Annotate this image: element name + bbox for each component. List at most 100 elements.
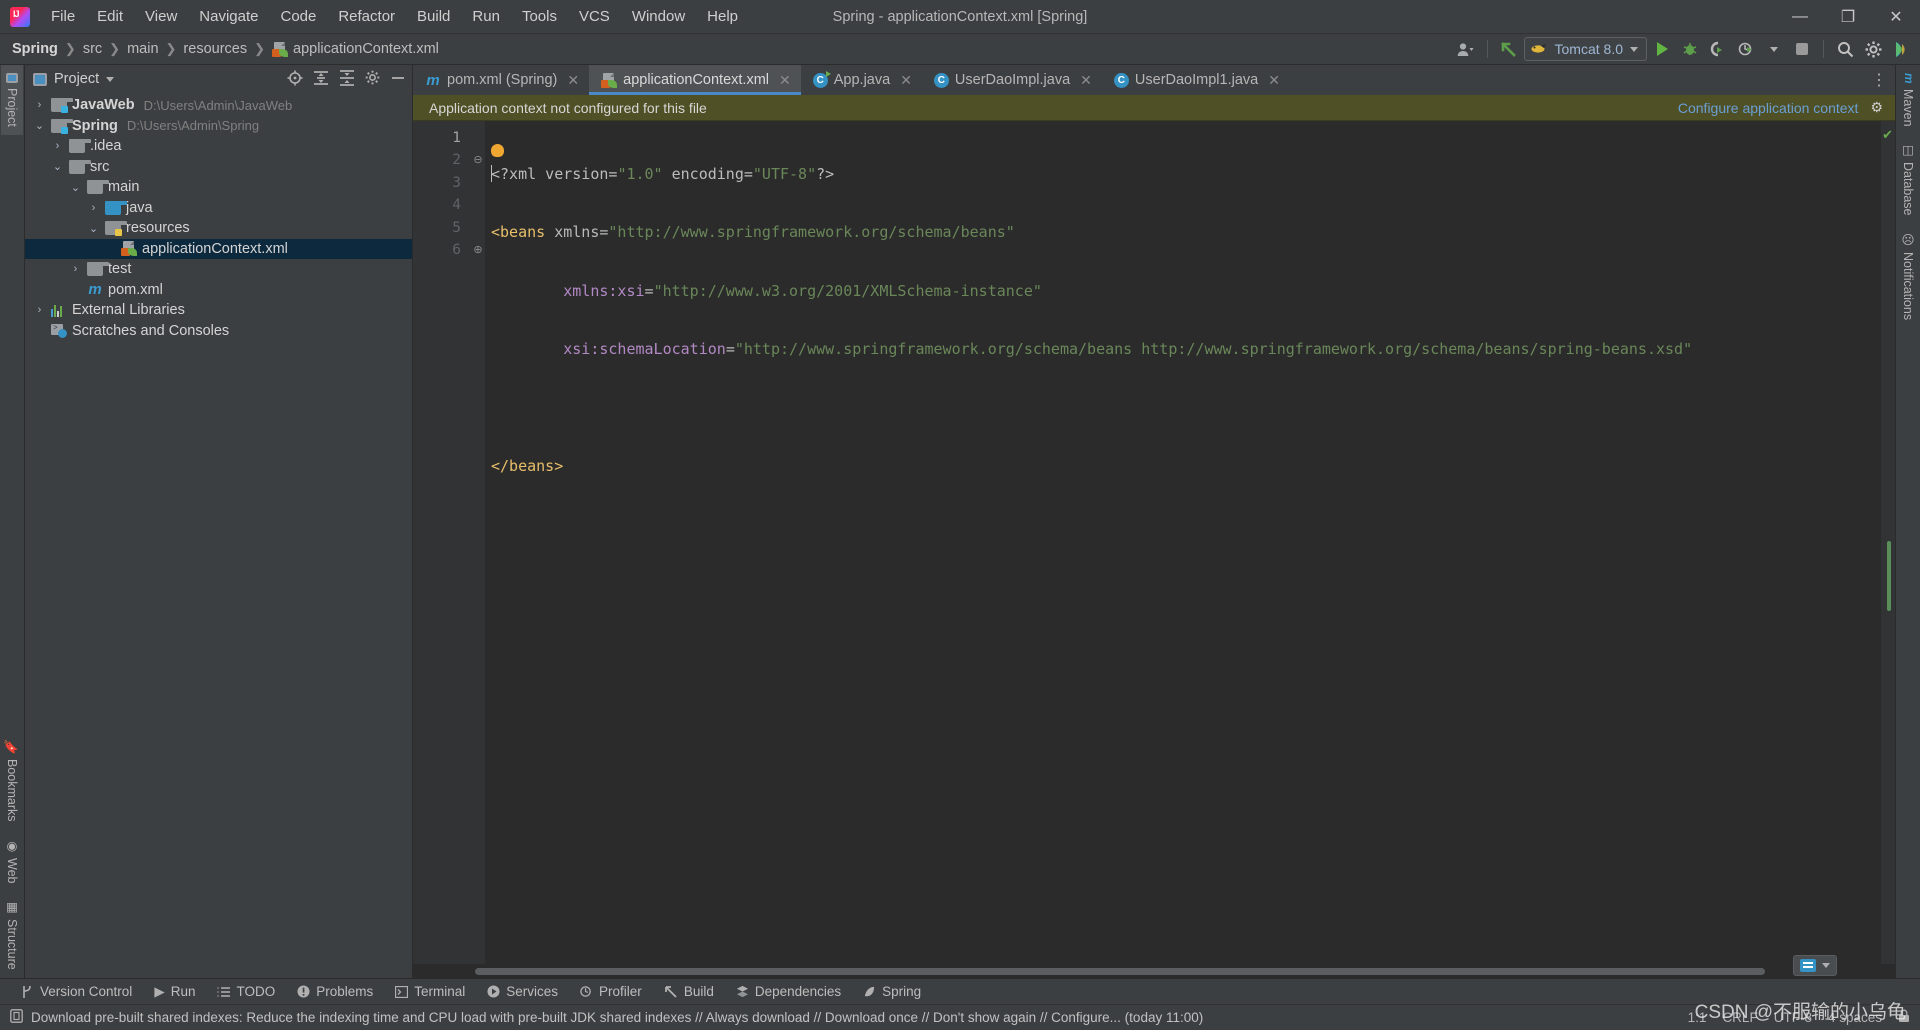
- fold-marker-beans-open[interactable]: ⊖: [471, 149, 485, 171]
- chevron-right-icon[interactable]: ›: [51, 140, 64, 152]
- menu-build[interactable]: Build: [406, 4, 461, 30]
- chevron-down-icon[interactable]: [1822, 963, 1830, 968]
- tree-node-scratches-and-consoles[interactable]: Scratches and Consoles: [25, 321, 412, 342]
- stop-icon[interactable]: [1789, 37, 1815, 62]
- tree-node-idea[interactable]: › .idea: [25, 136, 412, 157]
- tool-window-build[interactable]: Build: [653, 982, 725, 1001]
- tab-app-java[interactable]: C App.java ✕: [801, 65, 922, 95]
- code-text[interactable]: <?xml version="1.0" encoding="UTF-8"?> <…: [485, 121, 1881, 964]
- breadcrumb-src[interactable]: src: [79, 39, 106, 59]
- expand-all-icon[interactable]: [313, 70, 329, 89]
- configure-application-context-link[interactable]: Configure application context: [1678, 100, 1859, 116]
- close-icon[interactable]: ✕: [779, 72, 791, 89]
- line-separator[interactable]: CRLF: [1722, 1010, 1757, 1025]
- menu-refactor[interactable]: Refactor: [327, 4, 406, 30]
- close-icon[interactable]: ✕: [1080, 72, 1092, 89]
- minimize-button[interactable]: —: [1776, 0, 1824, 33]
- chevron-down-icon[interactable]: ⌄: [51, 160, 64, 173]
- breadcrumb-main[interactable]: main: [123, 39, 162, 59]
- search-everywhere-icon[interactable]: [1832, 37, 1858, 62]
- chevron-right-icon[interactable]: ›: [33, 99, 46, 111]
- chevron-down-icon[interactable]: ⌄: [69, 181, 82, 194]
- sidebar-item-structure[interactable]: ▦ Structure: [1, 891, 24, 978]
- sidebar-item-bookmarks[interactable]: 🔖 Bookmarks: [1, 731, 24, 830]
- chevron-down-icon[interactable]: ⌄: [33, 119, 46, 132]
- chevron-down-icon[interactable]: ⌄: [87, 222, 100, 235]
- run-icon[interactable]: [1649, 37, 1675, 62]
- tree-node-external-libraries[interactable]: › External Libraries: [25, 300, 412, 321]
- tab-pom-xml[interactable]: m pom.xml (Spring) ✕: [413, 65, 589, 95]
- indent-setting[interactable]: 4 spaces: [1828, 1010, 1882, 1025]
- profiler-dropdown-icon[interactable]: [1761, 37, 1787, 62]
- tool-window-todo[interactable]: TODO: [206, 982, 286, 1001]
- chevron-right-icon[interactable]: ›: [87, 202, 100, 214]
- debug-icon[interactable]: [1677, 37, 1703, 62]
- panel-settings-icon[interactable]: [365, 70, 380, 88]
- settings-gear-icon[interactable]: [1860, 37, 1886, 62]
- close-icon[interactable]: ✕: [1268, 72, 1280, 89]
- code-editor[interactable]: 1 2 3 4 5 6 ⊖ ⊕ <?xml version="1.0" enco…: [413, 121, 1895, 964]
- run-with-coverage-icon[interactable]: [1705, 37, 1731, 62]
- tab-userdaoimpl-java[interactable]: C UserDaoImpl.java ✕: [922, 65, 1102, 95]
- tool-window-run[interactable]: ▶ Run: [143, 982, 206, 1002]
- sidebar-item-notifications[interactable]: ☹ Notifications: [1897, 224, 1920, 328]
- menu-run[interactable]: Run: [461, 4, 511, 30]
- menu-file[interactable]: File: [40, 4, 86, 30]
- file-encoding[interactable]: UTF-8: [1774, 1010, 1812, 1025]
- tree-node-main[interactable]: ⌄ main: [25, 177, 412, 198]
- collapse-all-icon[interactable]: [339, 69, 355, 89]
- inspection-status-icon[interactable]: ✔: [1882, 127, 1893, 143]
- profiler-icon[interactable]: [1733, 37, 1759, 62]
- menu-help[interactable]: Help: [696, 4, 749, 30]
- tree-node-test[interactable]: › test: [25, 259, 412, 280]
- tab-overflow-button[interactable]: ⋮: [1871, 65, 1895, 95]
- sidebar-item-web[interactable]: ◉ Web: [1, 830, 24, 891]
- breadcrumb-file[interactable]: applicationContext.xml: [268, 39, 443, 59]
- tree-node-javaweb[interactable]: › JavaWeb D:\Users\Admin\JavaWeb: [25, 95, 412, 116]
- menu-window[interactable]: Window: [621, 4, 696, 30]
- update-project-arrow-icon[interactable]: [1496, 37, 1522, 62]
- tree-node-src[interactable]: ⌄ src: [25, 157, 412, 178]
- inspection-gutter[interactable]: ✔: [1881, 121, 1895, 964]
- breadcrumb-resources[interactable]: resources: [179, 39, 251, 59]
- tree-node-resources[interactable]: ⌄ resources: [25, 218, 412, 239]
- tree-node-java[interactable]: › java: [25, 198, 412, 219]
- tool-window-spring[interactable]: Spring: [852, 982, 932, 1001]
- tree-node-pom-xml[interactable]: m pom.xml: [25, 280, 412, 301]
- menu-view[interactable]: View: [134, 4, 188, 30]
- menu-navigate[interactable]: Navigate: [188, 4, 269, 30]
- status-message[interactable]: Download pre-built shared indexes: Reduc…: [31, 1010, 1203, 1025]
- sidebar-item-maven[interactable]: m Maven: [1896, 65, 1920, 134]
- chevron-right-icon[interactable]: ›: [33, 304, 46, 316]
- menu-code[interactable]: Code: [269, 4, 327, 30]
- caret-position[interactable]: 1:1: [1688, 1010, 1707, 1025]
- sidebar-item-project[interactable]: Project: [1, 65, 23, 135]
- scrollbar-thumb[interactable]: [1887, 541, 1891, 611]
- user-icon[interactable]: [1453, 37, 1479, 62]
- intention-bulb-icon[interactable]: [491, 144, 504, 157]
- select-opened-file-icon[interactable]: [287, 70, 303, 89]
- tab-userdaoimpl1-java[interactable]: C UserDaoImpl1.java ✕: [1102, 65, 1290, 95]
- chevron-down-icon[interactable]: [106, 76, 115, 82]
- maximize-button[interactable]: ❐: [1824, 0, 1872, 33]
- tool-window-problems[interactable]: Problems: [286, 982, 384, 1001]
- fold-marker-beans-close[interactable]: ⊕: [471, 239, 485, 261]
- scrollbar-thumb[interactable]: [475, 968, 1765, 975]
- hide-panel-icon[interactable]: [390, 70, 406, 89]
- menu-tools[interactable]: Tools: [511, 4, 568, 30]
- tool-window-profiler[interactable]: Profiler: [569, 982, 653, 1001]
- project-tree[interactable]: › JavaWeb D:\Users\Admin\JavaWeb ⌄ Sprin…: [25, 93, 412, 978]
- chevron-right-icon[interactable]: ›: [69, 263, 82, 275]
- tool-window-terminal[interactable]: Terminal: [384, 982, 476, 1001]
- lock-icon[interactable]: [1898, 1009, 1910, 1026]
- close-button[interactable]: ✕: [1872, 0, 1920, 33]
- tool-window-services[interactable]: Services: [476, 982, 569, 1001]
- breadcrumb-project[interactable]: Spring: [8, 39, 62, 59]
- tab-applicationcontext-xml[interactable]: applicationContext.xml ✕: [589, 65, 801, 95]
- notification-icon[interactable]: [10, 1009, 23, 1026]
- tool-window-version-control[interactable]: Version Control: [10, 982, 143, 1001]
- menu-vcs[interactable]: VCS: [568, 4, 621, 30]
- banner-gear-icon[interactable]: ⚙: [1870, 99, 1883, 116]
- close-icon[interactable]: ✕: [900, 72, 912, 89]
- code-folding-gutter[interactable]: ⊖ ⊕: [471, 121, 485, 964]
